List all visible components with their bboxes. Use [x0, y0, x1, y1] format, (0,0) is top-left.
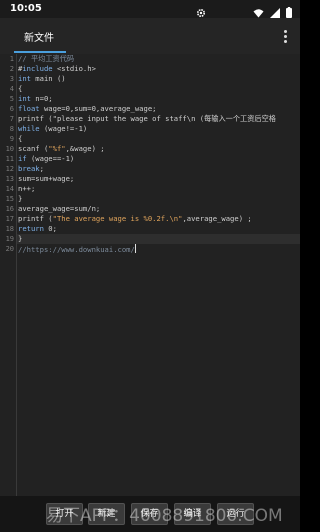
line-number: 15 — [5, 195, 14, 203]
open-button[interactable]: 打开 — [46, 503, 83, 525]
code-line: n++; — [18, 184, 36, 193]
line-number: 8 — [9, 125, 14, 133]
line-number: 12 — [5, 165, 14, 173]
code-line: break; — [18, 164, 44, 173]
code-line: if (wage==-1) — [18, 154, 75, 163]
new-button[interactable]: 新建 — [88, 503, 125, 525]
code-line: printf ("please input the wage of staff\… — [18, 114, 276, 123]
compile-button[interactable]: 编译 — [174, 503, 211, 525]
line-number: 3 — [9, 75, 14, 83]
code-line: sum=sum+wage; — [18, 174, 75, 183]
save-button[interactable]: 保存 — [131, 503, 168, 525]
line-number: 4 — [9, 85, 14, 93]
line-number: 6 — [9, 105, 14, 113]
line-number: 5 — [9, 95, 14, 103]
tab-label: 新文件 — [24, 33, 54, 44]
status-time: 10:05 — [10, 3, 42, 14]
code-editor[interactable]: 1 // 平均工资代码 2 #include <stdio.h> 3 int main (… — [0, 54, 300, 496]
bottom-toolbar: 打开 新建 保存 编译 运行 易下APP：4008891800.COM — [0, 496, 300, 532]
code-line: printf ("The average wage is %0.2f.\n",a… — [18, 214, 252, 223]
text-cursor — [134, 244, 136, 253]
line-number: 16 — [5, 205, 14, 213]
status-bar: 10:05 — [0, 0, 300, 18]
run-button[interactable]: 运行 — [217, 503, 254, 525]
tab-active-indicator — [14, 51, 66, 53]
code-line: average_wage=sum/n; — [18, 204, 101, 213]
code-line: scanf ("%f",&wage) ; — [18, 144, 105, 153]
line-number: 2 — [9, 65, 14, 73]
code-line: } — [18, 234, 23, 243]
line-number: 19 — [5, 235, 14, 243]
line-number: 14 — [5, 185, 14, 193]
code-line: #include <stdio.h> — [18, 64, 96, 73]
app-bar: 新文件 — [0, 18, 300, 54]
code-line: float wage=0,sum=0,average_wage; — [18, 104, 157, 113]
line-number: 20 — [5, 245, 14, 253]
line-number: 18 — [5, 225, 14, 233]
line-number: 7 — [9, 115, 14, 123]
line-number-gutter-divider — [16, 54, 17, 496]
tab-new-file[interactable]: 新文件 — [14, 18, 66, 54]
code-line: int main () — [18, 74, 66, 83]
code-line: //https://www.downkuai.com/ — [18, 244, 136, 254]
code-line: } — [18, 194, 23, 203]
line-number: 1 — [9, 55, 14, 63]
line-number: 17 — [5, 215, 14, 223]
line-number: 11 — [5, 155, 14, 163]
line-number: 10 — [5, 145, 14, 153]
line-number: 13 — [5, 175, 14, 183]
code-line: return 0; — [18, 224, 57, 233]
code-line: // 平均工资代码 — [18, 54, 75, 63]
code-line: while (wage!=-1) — [18, 124, 88, 133]
line-number: 9 — [9, 135, 14, 143]
code-line: { — [18, 84, 23, 93]
current-line-highlight — [17, 234, 300, 244]
more-vert-icon[interactable] — [276, 26, 294, 46]
code-line: int n=0; — [18, 94, 53, 103]
code-line: { — [18, 134, 23, 143]
